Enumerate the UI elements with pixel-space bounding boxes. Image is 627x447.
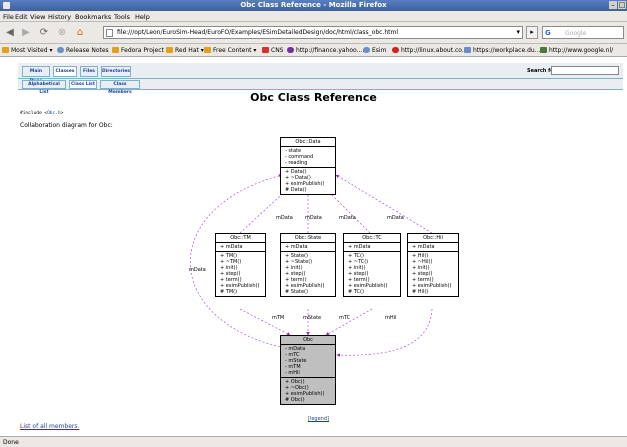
class-name: Obc::Hil <box>408 234 458 243</box>
menu-file[interactable]: File <box>3 13 14 21</box>
bookmark-release-notes[interactable]: Release Notes <box>57 47 109 54</box>
bookmark-fedora-project[interactable]: Fedora Project ▾ <box>112 47 169 54</box>
go-button[interactable]: ▸ <box>526 26 538 39</box>
url-field[interactable]: file:///opt/Leon/EuroSim-Head/EuroFO/Exa… <box>103 26 523 39</box>
minimize-button[interactable]: – <box>609 1 617 9</box>
bookmark-free-content[interactable]: Free Content ▾ <box>204 47 256 54</box>
edge-mtm <box>239 308 291 336</box>
class-box-state[interactable]: Obc::State + mData + State() + ~State() + … <box>280 233 336 297</box>
class-box-hil[interactable]: Obc::Hil + mData + Hil() + ~Hil() + init()… <box>407 233 459 297</box>
chevron-down-icon[interactable]: ▾ <box>516 28 520 36</box>
menu-tools[interactable]: Tools <box>114 13 130 21</box>
window-titlebar: Obc Class Reference - Mozilla Firefox – … <box>0 0 627 11</box>
methods: + TM() + ~TM() + init() + step() + term() + e… <box>220 253 260 295</box>
maximize-button[interactable]: □ <box>618 1 626 9</box>
search-placeholder: Google <box>565 30 587 37</box>
menu-bar: File Edit View History Bookmarks Tools H… <box>0 11 627 22</box>
class-name: Obc <box>281 336 335 345</box>
status-text: Done <box>3 439 19 446</box>
class-box-data[interactable]: Obc::Data - state - command - reading + Da… <box>280 137 336 195</box>
url-text: file:///opt/Leon/EuroSim-Head/EuroFO/Exa… <box>117 29 399 36</box>
edge-mdata-hil <box>335 174 433 234</box>
edge-label: mData <box>276 215 293 221</box>
methods: + State() + ~State() + init() + step() + ter… <box>285 253 325 295</box>
class-box-tc[interactable]: Obc::TC + mData + TC() + ~TC() + init() + s… <box>343 233 401 297</box>
menu-history[interactable]: History <box>48 13 71 21</box>
edge-mtc <box>325 308 373 336</box>
edge-label: mTM <box>272 315 285 321</box>
attributes: + mData <box>216 243 265 252</box>
edge-label: mHil <box>385 315 397 321</box>
page-content: Main Page Classes Files Directories Alph… <box>0 57 627 436</box>
bookmark-finance-yahoo[interactable]: http://finance.yahoo.... <box>287 47 364 54</box>
bookmark-red-hat[interactable]: Red Hat ▾ <box>166 47 204 54</box>
page-icon <box>106 29 113 37</box>
menu-edit[interactable]: Edit <box>15 13 28 21</box>
class-name: Obc::TC <box>344 234 400 243</box>
bookmark-linux-about[interactable]: http://linux.about.co... <box>392 47 468 54</box>
legend-link[interactable]: [legend] <box>308 416 329 422</box>
edge-label: mData <box>189 267 206 273</box>
menu-bookmarks[interactable]: Bookmarks <box>75 13 111 21</box>
attributes: - mData - mTC - mState - mTM - mHil <box>281 345 335 378</box>
class-name: Obc::State <box>281 234 335 243</box>
edge-label: mTC <box>339 315 351 321</box>
search-engine-icon[interactable]: G <box>545 29 551 37</box>
methods: + TC() + ~TC() + init() + step() + term() + e… <box>348 253 388 295</box>
reload-icon[interactable]: ⟳ <box>38 27 50 39</box>
attributes: + mData <box>344 243 400 252</box>
methods: + Hil() + ~Hil() + init() + step() + term() +… <box>412 253 452 295</box>
forward-icon[interactable]: ▶ <box>20 27 32 39</box>
search-input[interactable]: G Google <box>542 26 624 39</box>
attributes: + mData <box>281 243 335 252</box>
bookmark-esim[interactable]: Esim <box>363 47 386 54</box>
class-name: Obc::Data <box>281 138 335 147</box>
methods: + Data() + ~Data() + esimPublish() # Data() <box>285 169 325 193</box>
home-icon[interactable]: ⌂ <box>74 27 86 39</box>
window-title: Obc Class Reference - Mozilla Firefox <box>240 1 387 9</box>
bookmark-cns[interactable]: CNS <box>262 47 284 54</box>
bookmarks-toolbar: Most Visited ▾ Release Notes Fedora Proj… <box>0 44 627 57</box>
edge-label: mData <box>387 215 404 221</box>
class-name: Obc::TM <box>216 234 265 243</box>
bookmark-workplace[interactable]: https://workplace.du... <box>464 47 540 54</box>
status-bar: Done <box>0 436 627 447</box>
all-members-link[interactable]: List of all members. <box>20 423 79 430</box>
bookmark-most-visited[interactable]: Most Visited ▾ <box>2 47 52 54</box>
bookmark-google-nl[interactable]: http://www.google.nl/ <box>540 47 613 54</box>
attributes: + mData <box>408 243 458 252</box>
class-box-obc[interactable]: Obc - mData - mTC - mState - mTM - mHil + Ob… <box>280 335 336 405</box>
back-icon[interactable]: ◀ <box>4 27 16 39</box>
menu-help[interactable]: Help <box>135 13 150 21</box>
stop-icon[interactable]: ⊗ <box>56 27 68 39</box>
methods: + Obc() + ~Obc() + esimPublish() # Obc() <box>285 379 325 403</box>
menu-view[interactable]: View <box>30 13 45 21</box>
attributes: - state - command - reading <box>281 147 335 168</box>
navigation-toolbar: ◀ ▶ ⟳ ⊗ ⌂ file:///opt/Leon/EuroSim-Head/… <box>0 22 627 44</box>
edge-label: mState <box>303 315 322 321</box>
edge-label: mData <box>305 215 322 221</box>
edge-label: mData <box>339 215 356 221</box>
class-box-tm[interactable]: Obc::TM + mData + TM() + ~TM() + init() + s… <box>215 233 266 297</box>
